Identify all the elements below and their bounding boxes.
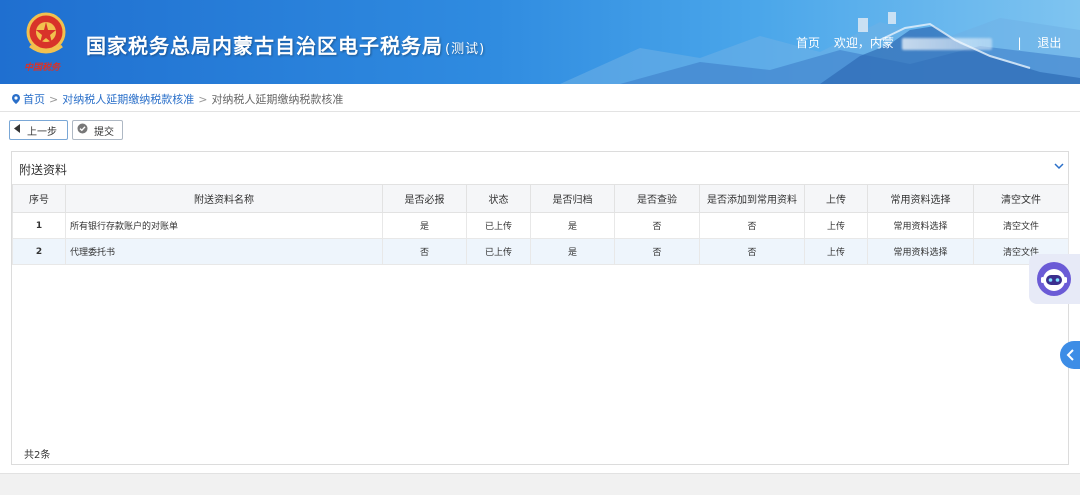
upload-link[interactable]: 上传 xyxy=(804,238,868,265)
bottom-strip xyxy=(0,473,1080,495)
required-cell: 是 xyxy=(382,212,467,239)
breadcrumb-current: 对纳税人延期缴纳税款核准 xyxy=(211,93,344,106)
upload-link[interactable]: 上传 xyxy=(804,212,868,239)
site-title-main: 国家税务总局内蒙古自治区电子税务局 xyxy=(86,34,443,58)
table-row[interactable]: 2 代理委托书 否 已上传 是 否 否 上传 常用资料选择 清空文件 xyxy=(12,238,1069,265)
welcome-text: 欢迎，内蒙 xyxy=(833,36,894,50)
chevron-down-icon[interactable] xyxy=(1054,160,1064,173)
breadcrumb-home[interactable]: 首页 xyxy=(23,93,45,106)
prev-step-button[interactable]: 上一步 xyxy=(9,120,68,140)
breadcrumb-level1[interactable]: 对纳税人延期缴纳税款核准 xyxy=(62,93,194,106)
add-to-common-cell: 否 xyxy=(699,238,805,265)
emblem-icon: 中国税务 xyxy=(22,10,70,73)
row-index: 2 xyxy=(12,238,66,265)
panel-title: 附送资料 xyxy=(19,163,68,177)
col-header: 是否必报 xyxy=(382,184,467,213)
emblem-caption: 中国税务 xyxy=(24,63,61,73)
breadcrumb: 首页 > 对纳税人延期缴纳税款核准 > 对纳税人延期缴纳税款核准 xyxy=(12,91,343,107)
common-select-link[interactable]: 常用资料选择 xyxy=(867,212,974,239)
attachment-name: 代理委托书 xyxy=(65,238,383,265)
check-circle-icon xyxy=(77,123,88,137)
required-cell: 否 xyxy=(382,238,467,265)
add-to-common-cell: 否 xyxy=(699,212,805,239)
logout-link[interactable]: 退出 xyxy=(1037,34,1061,51)
site-title: 国家税务总局内蒙古自治区电子税务局 (测试) xyxy=(86,30,485,59)
common-select-link[interactable]: 常用资料选择 xyxy=(867,238,974,265)
col-header: 状态 xyxy=(466,184,531,213)
col-header: 是否添加到常用资料 xyxy=(699,184,805,213)
col-header: 常用资料选择 xyxy=(867,184,974,213)
attachments-table: 序号 附送资料名称 是否必报 状态 是否归档 是否查验 是否添加到常用资料 上传… xyxy=(12,184,1069,265)
submit-button[interactable]: 提交 xyxy=(72,120,123,140)
row-index: 1 xyxy=(12,212,66,239)
table-header-row: 序号 附送资料名称 是否必报 状态 是否归档 是否查验 是否添加到常用资料 上传… xyxy=(12,184,1069,213)
breadcrumb-separator: > xyxy=(198,93,208,106)
site-header: 中国税务 国家税务总局内蒙古自治区电子税务局 (测试) 首页 欢迎，内蒙 | 退出 xyxy=(0,0,1080,84)
robot-assistant-icon[interactable] xyxy=(1029,254,1080,304)
status-cell: 已上传 xyxy=(466,238,531,265)
col-header: 附送资料名称 xyxy=(65,184,383,213)
breadcrumb-divider xyxy=(0,111,1080,112)
redacted-username xyxy=(901,37,992,50)
breadcrumb-separator: > xyxy=(49,93,59,106)
attachment-name: 所有银行存款账户的对账单 xyxy=(65,212,383,239)
location-pin-icon xyxy=(12,94,20,104)
col-header: 序号 xyxy=(12,184,66,213)
header-user-nav: 首页 欢迎，内蒙 | 退出 xyxy=(796,34,1061,51)
clear-file-link[interactable]: 清空文件 xyxy=(973,212,1069,239)
col-header: 清空文件 xyxy=(973,184,1069,213)
prev-step-label: 上一步 xyxy=(27,126,57,138)
header-home-link[interactable]: 首页 xyxy=(796,34,820,51)
total-count: 共2条 xyxy=(24,450,51,461)
col-header: 是否归档 xyxy=(530,184,615,213)
archived-cell: 是 xyxy=(530,212,615,239)
header-separator: | xyxy=(1017,36,1022,50)
triangle-left-icon xyxy=(14,124,21,136)
table-row[interactable]: 1 所有银行存款账户的对账单 是 已上传 是 否 否 上传 常用资料选择 清空文… xyxy=(12,212,1069,239)
verified-cell: 否 xyxy=(614,238,700,265)
col-header: 是否查验 xyxy=(614,184,700,213)
archived-cell: 是 xyxy=(530,238,615,265)
submit-label: 提交 xyxy=(94,126,114,138)
verified-cell: 否 xyxy=(614,212,700,239)
col-header: 上传 xyxy=(804,184,868,213)
chevron-left-icon[interactable] xyxy=(1060,341,1080,369)
attachments-panel: 附送资料 序号 附送资料名称 是否必报 状态 是否归档 是否查验 是否添加到常用… xyxy=(11,151,1069,465)
site-title-suffix: (测试) xyxy=(445,42,486,57)
status-cell: 已上传 xyxy=(466,212,531,239)
